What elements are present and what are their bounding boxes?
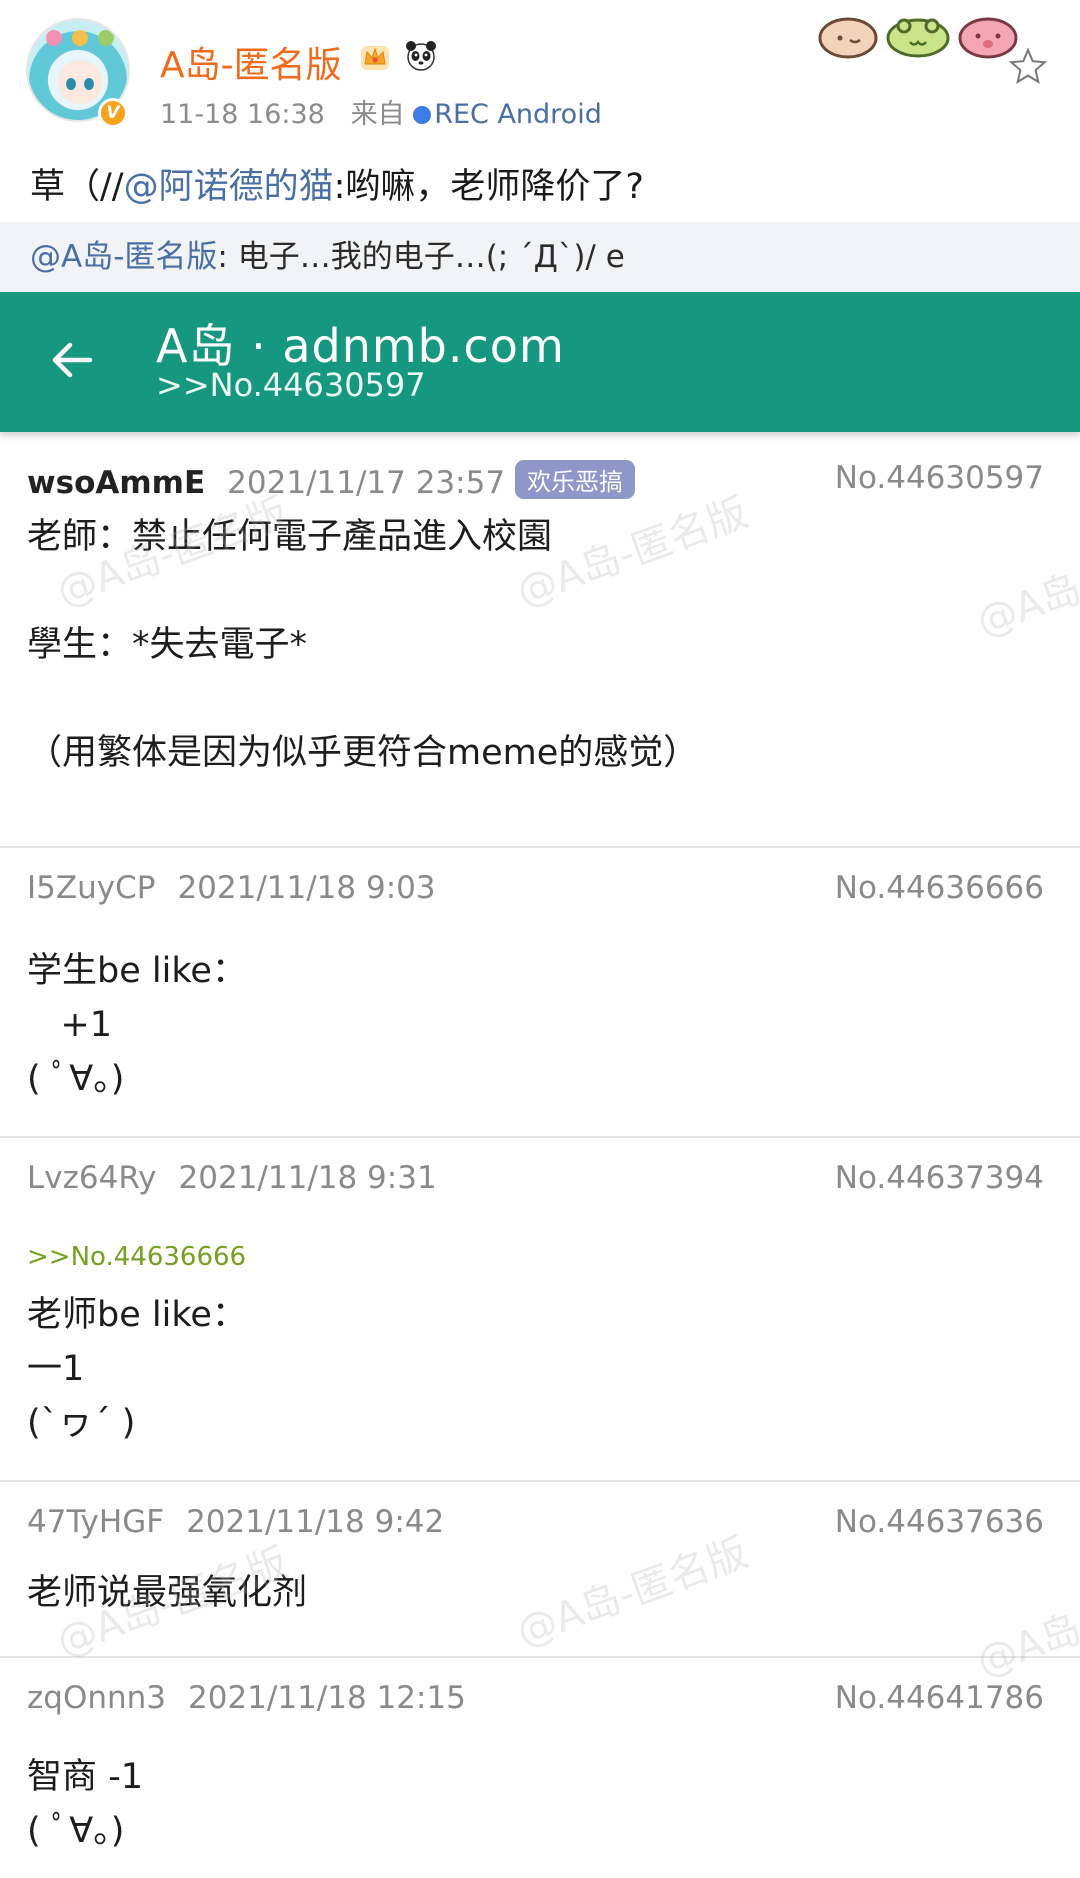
post-uid[interactable]: I5ZuyCP [27, 870, 155, 906]
author-name[interactable]: A岛-匿名版 [160, 36, 342, 88]
weibo-header: V A岛-匿名版 11-18 16:38 来自 REC Android [0, 0, 1080, 150]
sticker-decoration-icon [818, 17, 1018, 59]
post-uid[interactable]: 47TyHGF [27, 1504, 164, 1540]
post-body: 智商 -1 ( ﾟ∀。) [27, 1757, 144, 1851]
post-body: 学生be like： +1 ( ﾟ∀。) [27, 951, 247, 1099]
verified-badge-icon: V [98, 98, 128, 128]
thread-reply: zqOnnn3 2021/11/18 12:15 No.44641786 智商 -… [0, 1658, 1080, 1878]
post-number[interactable]: No.44641786 [835, 1680, 1044, 1716]
post-uid[interactable]: Lvz64Ry [27, 1160, 157, 1196]
thread-reply: Lvz64Ry 2021/11/18 9:31 No.44637394 >>No.… [0, 1138, 1080, 1482]
post-number[interactable]: No.44630597 [835, 460, 1044, 496]
post-source[interactable]: REC Android [434, 99, 602, 130]
post-time: 2021/11/18 12:15 [188, 1680, 466, 1716]
post-time: 2021/11/18 9:42 [186, 1504, 445, 1540]
post-number[interactable]: No.44637636 [835, 1504, 1044, 1540]
post-time: 2021/11/17 23:57 [227, 465, 506, 501]
board-tag[interactable]: 欢乐恶搞 [515, 460, 636, 499]
repost-text-suffix: :哟嘛，老师降价了? [333, 167, 644, 207]
post-body: 老師：禁止任何電子產品進入校園 學生：*失去電子* （用繁体是因为似乎更符合me… [27, 517, 699, 773]
app-toolbar: A岛 · adnmb.com >>No.44630597 [0, 292, 1080, 432]
quote-author-link[interactable]: @A岛-匿名版 [30, 239, 217, 275]
repost-text: 草（//@阿诺德的猫:哟嘛，老师降价了? [30, 158, 644, 209]
thread-number: >>No.44630597 [156, 366, 426, 404]
post-header: 47TyHGF 2021/11/18 9:42 No.44637636 [27, 1504, 1050, 1544]
post-header: wsoAmmE 2021/11/17 23:57 欢乐恶搞 No.44630597 [27, 460, 1050, 501]
thread-reply: I5ZuyCP 2021/11/18 9:03 No.44636666 学生be … [0, 848, 1080, 1138]
post-time: 11-18 16:38 [160, 99, 325, 130]
quote-text: : 电子…我的电子…(; ´Д`)/ e [217, 239, 625, 275]
post-header: Lvz64Ry 2021/11/18 9:31 No.44637394 [27, 1160, 1050, 1200]
original-post-quote[interactable]: @A岛-匿名版: 电子…我的电子…(; ´Д`)/ e [0, 222, 1080, 292]
post-number[interactable]: No.44637394 [835, 1160, 1044, 1196]
post-body: 老师be like： 一1 (`ヮ´ ) [27, 1295, 247, 1443]
repost-text-prefix: 草（// [30, 167, 124, 207]
post-uid[interactable]: zqOnnn3 [27, 1680, 166, 1716]
post-time: 2021/11/18 9:31 [178, 1160, 437, 1196]
star-icon[interactable] [1008, 46, 1048, 86]
back-arrow-icon[interactable] [46, 334, 98, 386]
thread-reply: 47TyHGF 2021/11/18 9:42 No.44637636 老师说最强… [0, 1482, 1080, 1658]
panda-icon [406, 41, 436, 71]
mention-link[interactable]: @阿诺德的猫 [124, 167, 334, 207]
post-time: 2021/11/18 9:03 [177, 870, 436, 906]
post-meta: 11-18 16:38 来自 REC Android [160, 92, 602, 131]
thread-post-op: wsoAmmE 2021/11/17 23:57 欢乐恶搞 No.44630597 … [0, 438, 1080, 848]
post-number[interactable]: No.44636666 [835, 870, 1044, 906]
quote-reference-link[interactable]: >>No.44636666 [27, 1242, 246, 1272]
rec-dot-icon [413, 106, 432, 124]
post-header: zqOnnn3 2021/11/18 12:15 No.44641786 [27, 1680, 1050, 1720]
crown-icon [361, 46, 389, 70]
from-label: 来自 [350, 99, 405, 130]
post-header: I5ZuyCP 2021/11/18 9:03 No.44636666 [27, 870, 1050, 910]
post-body: 老师说最强氧化剂 [27, 1573, 308, 1613]
post-uid[interactable]: wsoAmmE [27, 465, 205, 501]
